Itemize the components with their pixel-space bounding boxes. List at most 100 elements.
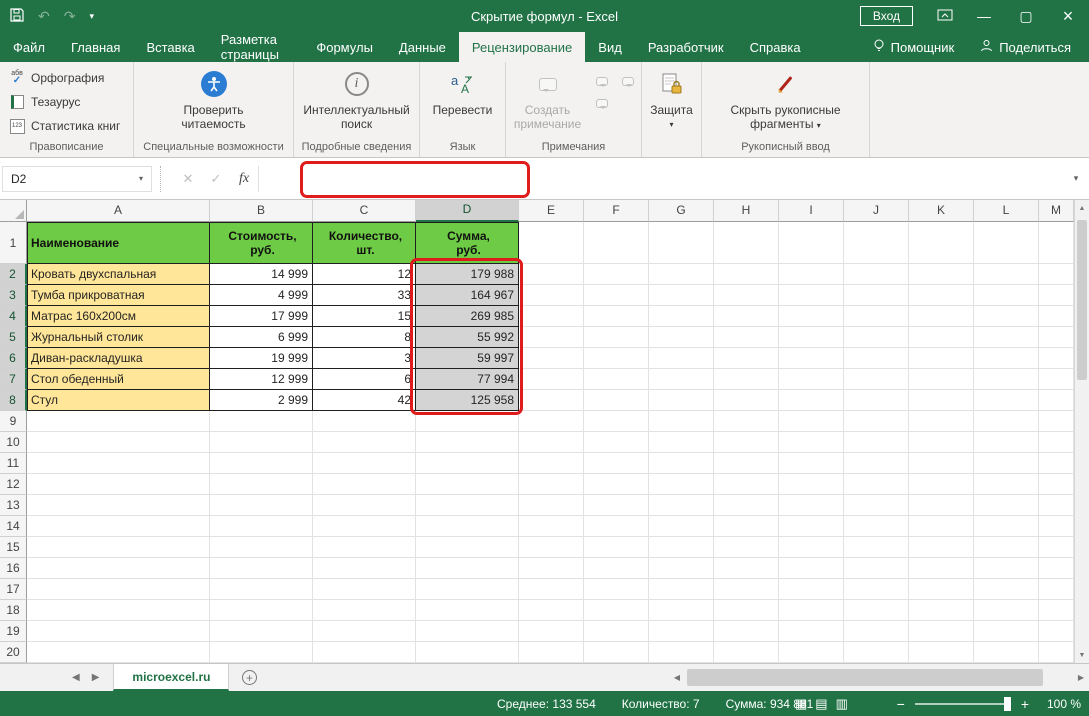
cell-D2[interactable]: 179 988: [416, 264, 519, 285]
cell-E4[interactable]: [519, 306, 584, 327]
row-header-19[interactable]: 19: [0, 621, 27, 642]
cell-M18[interactable]: [1039, 600, 1074, 621]
row-header-4[interactable]: 4: [0, 306, 27, 327]
column-header-D[interactable]: D: [416, 200, 519, 222]
cell-L20[interactable]: [974, 642, 1039, 663]
cell-F18[interactable]: [584, 600, 649, 621]
cell-K16[interactable]: [909, 558, 974, 579]
cell-A8[interactable]: Стул: [27, 390, 210, 411]
scroll-up-icon[interactable]: ▲: [1075, 200, 1089, 216]
row-header-13[interactable]: 13: [0, 495, 27, 516]
cell-A20[interactable]: [27, 642, 210, 663]
zoom-out-icon[interactable]: −: [897, 697, 905, 711]
name-box[interactable]: D2 ▾: [2, 166, 152, 192]
zoom-slider[interactable]: [915, 703, 1011, 705]
cell-K15[interactable]: [909, 537, 974, 558]
check-accessibility-button[interactable]: Проверить читаемость: [174, 64, 252, 131]
cell-G14[interactable]: [649, 516, 714, 537]
cell-G15[interactable]: [649, 537, 714, 558]
tab-review[interactable]: Рецензирование: [459, 32, 585, 62]
cell-J8[interactable]: [844, 390, 909, 411]
cell-G6[interactable]: [649, 348, 714, 369]
cell-E12[interactable]: [519, 474, 584, 495]
cell-M11[interactable]: [1039, 453, 1074, 474]
cell-D14[interactable]: [416, 516, 519, 537]
cell-L4[interactable]: [974, 306, 1039, 327]
row-header-8[interactable]: 8: [0, 390, 27, 411]
cell-B18[interactable]: [210, 600, 313, 621]
cell-L9[interactable]: [974, 411, 1039, 432]
cell-H15[interactable]: [714, 537, 779, 558]
cell-A15[interactable]: [27, 537, 210, 558]
cell-A3[interactable]: Тумба прикроватная: [27, 285, 210, 306]
cell-G16[interactable]: [649, 558, 714, 579]
cell-M2[interactable]: [1039, 264, 1074, 285]
cell-G11[interactable]: [649, 453, 714, 474]
cell-F9[interactable]: [584, 411, 649, 432]
cell-I17[interactable]: [779, 579, 844, 600]
cell-M16[interactable]: [1039, 558, 1074, 579]
cell-F16[interactable]: [584, 558, 649, 579]
cell-M19[interactable]: [1039, 621, 1074, 642]
tab-formulas[interactable]: Формулы: [303, 32, 386, 62]
cell-J14[interactable]: [844, 516, 909, 537]
row-header-14[interactable]: 14: [0, 516, 27, 537]
cell-M5[interactable]: [1039, 327, 1074, 348]
minimize-button[interactable]: —: [963, 0, 1005, 32]
cell-E14[interactable]: [519, 516, 584, 537]
cell-I18[interactable]: [779, 600, 844, 621]
cell-F6[interactable]: [584, 348, 649, 369]
name-box-caret[interactable]: ▾: [139, 174, 151, 183]
cell-G10[interactable]: [649, 432, 714, 453]
cell-D10[interactable]: [416, 432, 519, 453]
cell-K6[interactable]: [909, 348, 974, 369]
row-header-7[interactable]: 7: [0, 369, 27, 390]
cell-G17[interactable]: [649, 579, 714, 600]
next-comment-icon[interactable]: [618, 72, 638, 90]
cell-I15[interactable]: [779, 537, 844, 558]
cell-A10[interactable]: [27, 432, 210, 453]
cell-J20[interactable]: [844, 642, 909, 663]
cell-J4[interactable]: [844, 306, 909, 327]
scroll-down-icon[interactable]: ▼: [1075, 647, 1089, 663]
cell-F12[interactable]: [584, 474, 649, 495]
new-comment-button[interactable]: Создать примечание: [507, 64, 588, 131]
cell-G7[interactable]: [649, 369, 714, 390]
cell-A4[interactable]: Матрас 160x200см: [27, 306, 210, 327]
cell-C4[interactable]: 15: [313, 306, 416, 327]
cell-D19[interactable]: [416, 621, 519, 642]
cell-C8[interactable]: 42: [313, 390, 416, 411]
row-header-11[interactable]: 11: [0, 453, 27, 474]
cell-M17[interactable]: [1039, 579, 1074, 600]
new-sheet-button[interactable]: +: [229, 664, 269, 691]
cell-J15[interactable]: [844, 537, 909, 558]
cell-G1[interactable]: [649, 222, 714, 264]
cell-E9[interactable]: [519, 411, 584, 432]
cell-C10[interactable]: [313, 432, 416, 453]
cancel-button[interactable]: ✕: [174, 166, 202, 192]
cell-L3[interactable]: [974, 285, 1039, 306]
cell-L17[interactable]: [974, 579, 1039, 600]
cell-B9[interactable]: [210, 411, 313, 432]
tab-insert[interactable]: Вставка: [133, 32, 207, 62]
cell-I13[interactable]: [779, 495, 844, 516]
cell-J1[interactable]: [844, 222, 909, 264]
cell-C17[interactable]: [313, 579, 416, 600]
cell-D3[interactable]: 164 967: [416, 285, 519, 306]
cell-C1[interactable]: Количество, шт.: [313, 222, 416, 264]
cell-B5[interactable]: 6 999: [210, 327, 313, 348]
cell-L15[interactable]: [974, 537, 1039, 558]
tab-help[interactable]: Справка: [737, 32, 814, 62]
cell-C12[interactable]: [313, 474, 416, 495]
column-header-F[interactable]: F: [584, 200, 649, 222]
cell-F5[interactable]: [584, 327, 649, 348]
cell-K4[interactable]: [909, 306, 974, 327]
tab-page-layout[interactable]: Разметка страницы: [208, 32, 304, 62]
cell-C13[interactable]: [313, 495, 416, 516]
cell-E16[interactable]: [519, 558, 584, 579]
vertical-scroll-thumb[interactable]: [1077, 220, 1087, 380]
cell-F14[interactable]: [584, 516, 649, 537]
cell-K1[interactable]: [909, 222, 974, 264]
cell-F15[interactable]: [584, 537, 649, 558]
cell-M8[interactable]: [1039, 390, 1074, 411]
